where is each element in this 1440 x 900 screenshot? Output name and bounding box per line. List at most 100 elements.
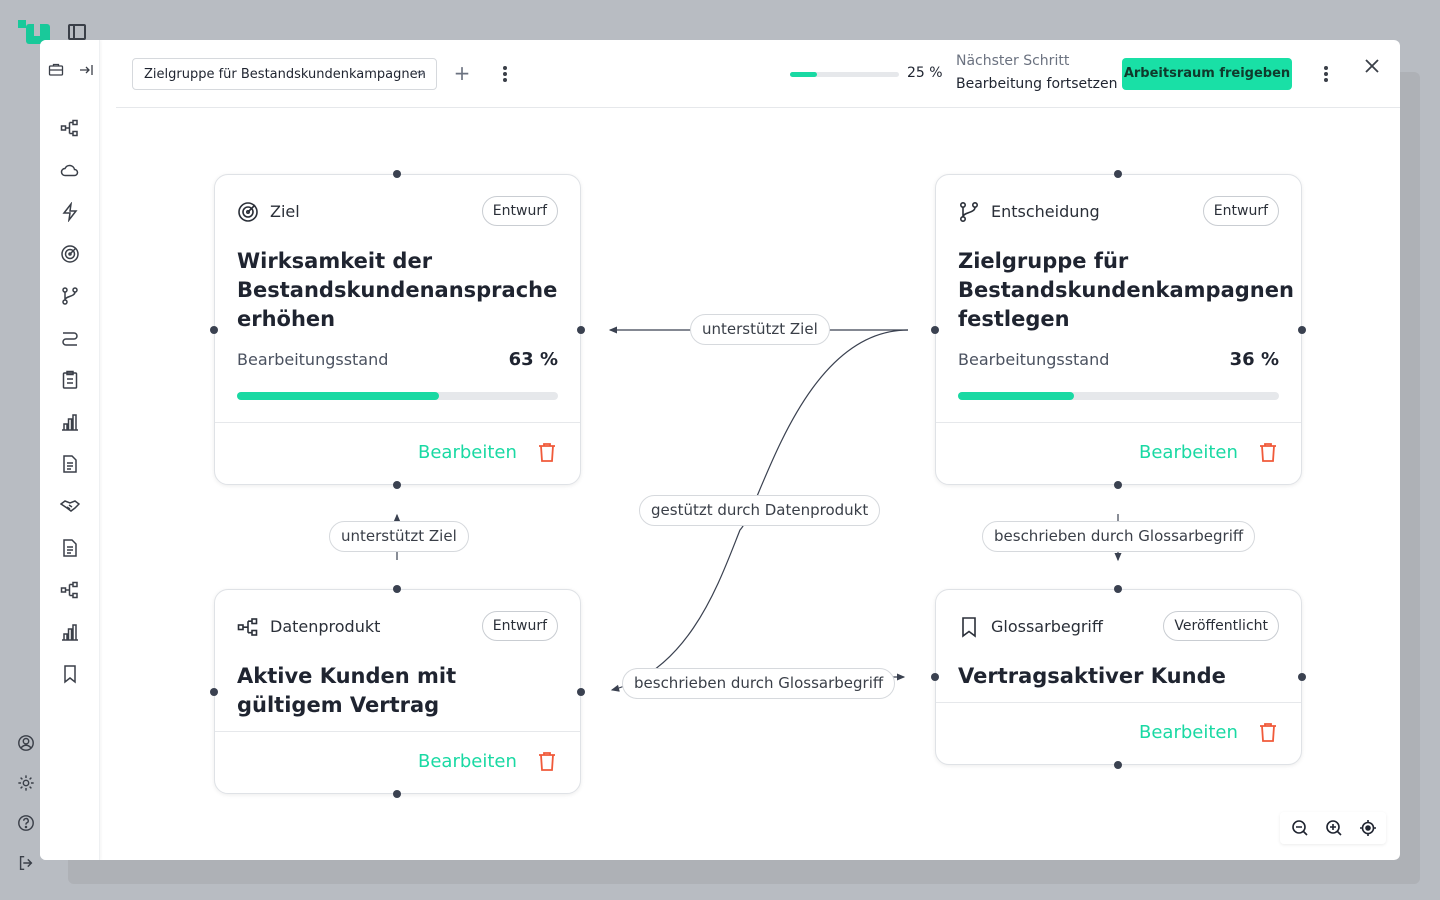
- sidebar-toggle-icon[interactable]: [68, 24, 86, 40]
- plus-icon[interactable]: +: [452, 63, 472, 84]
- edge-label[interactable]: beschrieben durch Glossarbegriff: [622, 668, 896, 699]
- connection-handle[interactable]: [931, 326, 939, 334]
- edge-label[interactable]: unterstützt Ziel: [690, 314, 830, 345]
- node-ziel[interactable]: Ziel Entwurf Wirksamkeit der Bestandskun…: [214, 174, 581, 485]
- node-footer: Bearbeiten: [936, 422, 1301, 484]
- connection-handle[interactable]: [1114, 170, 1122, 178]
- target-icon: [237, 201, 259, 223]
- bookmark-icon[interactable]: [60, 664, 80, 684]
- branch-icon[interactable]: [60, 286, 80, 306]
- trash-icon[interactable]: [536, 441, 558, 463]
- share-workspace-button[interactable]: Arbeitsraum freigeben: [1122, 58, 1292, 90]
- node-progress-fill: [237, 392, 440, 400]
- node-progress-bar: [237, 392, 558, 400]
- connection-handle[interactable]: [1114, 761, 1122, 769]
- trash-icon[interactable]: [1257, 441, 1279, 463]
- connection-handle[interactable]: [210, 326, 218, 334]
- data-product-icon[interactable]: [60, 118, 80, 138]
- workspace-selector[interactable]: Zielgruppe für Bestandskundenkampagnen: [132, 58, 437, 90]
- target-icon[interactable]: [60, 244, 80, 264]
- connection-handle[interactable]: [1298, 673, 1306, 681]
- node-title: Zielgruppe für Bestandskundenkampagnen f…: [958, 249, 1294, 331]
- connection-handle[interactable]: [1298, 326, 1306, 334]
- connection-handle[interactable]: [393, 170, 401, 178]
- node-footer: Bearbeiten: [215, 731, 580, 793]
- node-glossarbegriff[interactable]: Glossarbegriff Veröffentlicht Vertragsak…: [935, 589, 1302, 765]
- node-progress-bar: [958, 392, 1279, 400]
- node-type-label: Ziel: [270, 202, 300, 221]
- zoom-controls: [1280, 812, 1386, 844]
- connection-handle[interactable]: [1114, 481, 1122, 489]
- node-progress-value: 63 %: [508, 349, 558, 370]
- handshake-icon[interactable]: [59, 496, 81, 516]
- node-progress-fill: [958, 392, 1074, 400]
- node-type-label: Entscheidung: [991, 202, 1100, 221]
- chart-icon[interactable]: [60, 412, 80, 432]
- connection-handle[interactable]: [393, 585, 401, 593]
- connection-handle[interactable]: [393, 481, 401, 489]
- graph-canvas: Ziel Entwurf Wirksamkeit der Bestandskun…: [40, 40, 1400, 860]
- workspace-modal: Zielgruppe für Bestandskundenkampagnen +…: [40, 40, 1400, 860]
- node-progress-value: 36 %: [1229, 349, 1279, 370]
- data-product-icon[interactable]: [60, 580, 80, 600]
- workspace-selector-value: Zielgruppe für Bestandskundenkampagnen: [144, 67, 426, 82]
- connection-handle[interactable]: [1114, 585, 1122, 593]
- workspace-progress-fill: [790, 72, 818, 77]
- node-type-label: Datenprodukt: [270, 617, 381, 636]
- trash-icon[interactable]: [1257, 721, 1279, 743]
- connection-handle[interactable]: [931, 673, 939, 681]
- node-title: Wirksamkeit der Bestandskundenansprache …: [237, 249, 558, 331]
- logout-icon[interactable]: [17, 854, 35, 872]
- left-rail: [40, 40, 100, 860]
- node-progress-label: Bearbeitungsstand: [237, 350, 389, 369]
- node-entscheidung[interactable]: Entscheidung Entwurf Zielgruppe für Best…: [935, 174, 1302, 485]
- node-footer: Bearbeiten: [936, 702, 1301, 764]
- workspace-progress-label: 25 %: [907, 65, 943, 81]
- chart-icon[interactable]: [60, 622, 80, 642]
- edge-label[interactable]: gestützt durch Datenprodukt: [639, 495, 881, 526]
- clipboard-icon[interactable]: [60, 370, 80, 390]
- close-icon[interactable]: [1364, 58, 1380, 74]
- more-options-icon[interactable]: [1323, 66, 1329, 84]
- next-step-value[interactable]: Bearbeitung fortsetzen: [956, 76, 1118, 92]
- zoom-out-icon[interactable]: [1291, 819, 1309, 837]
- help-icon[interactable]: [17, 814, 35, 832]
- fit-view-icon[interactable]: [1359, 819, 1377, 837]
- bookmark-icon: [958, 616, 980, 638]
- next-step-label: Nächster Schritt: [956, 53, 1070, 69]
- trash-icon[interactable]: [536, 750, 558, 772]
- route-icon[interactable]: [60, 328, 80, 348]
- status-badge: Entwurf: [1202, 196, 1279, 226]
- briefcase-icon[interactable]: [48, 62, 64, 78]
- branch-icon: [958, 201, 980, 223]
- chevron-down-icon: [417, 71, 425, 76]
- connection-handle[interactable]: [577, 688, 585, 696]
- edge-label[interactable]: unterstützt Ziel: [329, 521, 469, 552]
- more-options-icon[interactable]: [502, 66, 508, 84]
- node-footer: Bearbeiten: [215, 422, 580, 484]
- connection-handle[interactable]: [577, 326, 585, 334]
- edit-button[interactable]: Bearbeiten: [1139, 442, 1238, 463]
- settings-icon[interactable]: [17, 774, 35, 792]
- document-icon[interactable]: [60, 538, 80, 558]
- status-badge: Veröffentlicht: [1163, 611, 1279, 641]
- bolt-icon[interactable]: [60, 201, 80, 223]
- workspace-progress-bar: [790, 72, 899, 77]
- node-title: Aktive Kunden mit gültigem Vertrag: [237, 664, 457, 717]
- cloud-icon[interactable]: [60, 160, 80, 180]
- edit-button[interactable]: Bearbeiten: [418, 751, 517, 772]
- zoom-in-icon[interactable]: [1325, 819, 1343, 837]
- user-icon[interactable]: [17, 734, 35, 752]
- data-product-icon: [237, 616, 259, 638]
- document-icon[interactable]: [60, 454, 80, 474]
- connection-handle[interactable]: [210, 688, 218, 696]
- status-badge: Entwurf: [481, 611, 558, 641]
- node-type-label: Glossarbegriff: [991, 617, 1103, 636]
- edit-button[interactable]: Bearbeiten: [1139, 722, 1238, 743]
- status-badge: Entwurf: [481, 196, 558, 226]
- node-datenprodukt[interactable]: Datenprodukt Entwurf Aktive Kunden mit g…: [214, 589, 581, 794]
- connection-handle[interactable]: [393, 790, 401, 798]
- edit-button[interactable]: Bearbeiten: [418, 442, 517, 463]
- edge-label[interactable]: beschrieben durch Glossarbegriff: [982, 521, 1256, 552]
- collapse-icon[interactable]: [78, 62, 94, 78]
